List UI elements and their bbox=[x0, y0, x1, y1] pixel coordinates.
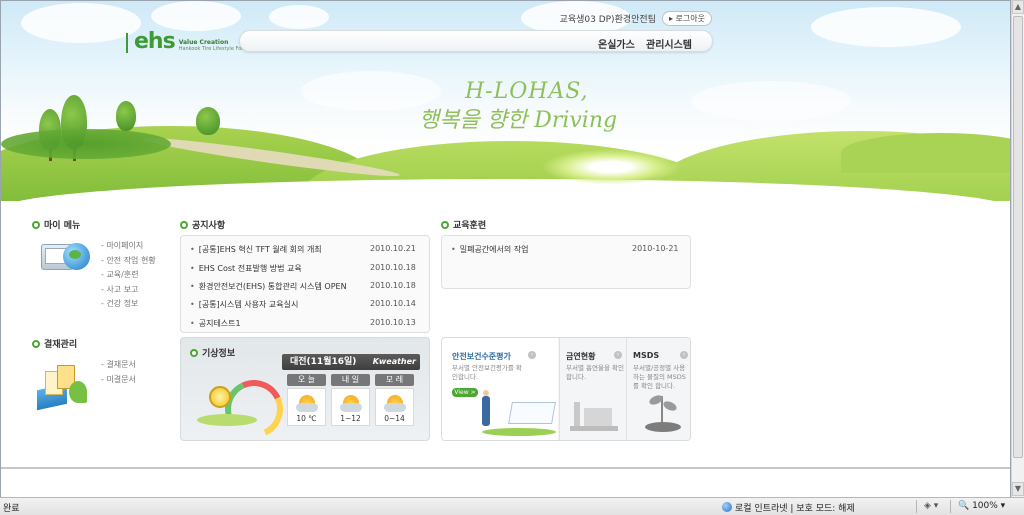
menu-item-health-info[interactable]: 건강 정보 bbox=[101, 297, 156, 312]
menu-item-accident-report[interactable]: 사고 보고 bbox=[101, 283, 156, 298]
rainbow-magnifier-icon bbox=[195, 371, 292, 447]
menu-item-pending-docs[interactable]: 미결문서 bbox=[101, 373, 135, 388]
kweather-logo: Kweather bbox=[372, 357, 416, 366]
banner-slogan: H-LOHAS, 행복을 향한 Driving bbox=[419, 79, 618, 133]
weather-day-after-tomorrow: 모 레 0~14 bbox=[375, 374, 414, 426]
logout-button[interactable]: ▸ 로그아웃 bbox=[661, 11, 712, 26]
arrow-right-icon[interactable]: › bbox=[680, 351, 688, 359]
computer-globe-icon bbox=[41, 241, 93, 275]
business-people-icon bbox=[482, 390, 556, 438]
bullet-icon bbox=[441, 220, 449, 229]
my-menu-list: 마이페이지 안전 작업 현황 교육/훈련 사고 보고 건강 정보 bbox=[101, 239, 156, 312]
factory-icon bbox=[570, 392, 618, 432]
browser-status-bar: 완료 로컬 인트라넷 | 보호 모드: 해제 ◈ ▾ 🔍 100% ▾ bbox=[0, 497, 1024, 515]
top-navigation-bar: 온실가스 관리시스템 bbox=[239, 30, 713, 52]
notices-title: 공지사항 bbox=[180, 218, 225, 231]
nav-greenhouse-gas[interactable]: 온실가스 bbox=[598, 36, 635, 51]
security-zone[interactable]: 로컬 인트라넷 | 보호 모드: 해제 bbox=[722, 501, 855, 514]
weather-day-tomorrow: 내 일 1~12 bbox=[331, 374, 370, 426]
menu-item-education[interactable]: 교육/훈련 bbox=[101, 268, 156, 283]
user-info-area: 교육생03 DP)환경안전팀 ▸ 로그아웃 bbox=[560, 11, 712, 26]
notice-date: 2010.10.21 bbox=[370, 244, 416, 253]
notice-date: 2010.10.18 bbox=[370, 263, 416, 272]
zoom-control[interactable]: 🔍 100% ▾ bbox=[958, 501, 1005, 511]
promo-msds[interactable]: MSDS › 부서별/공정별 사용하는 물질의 MSDS를 확인 합니다. bbox=[626, 338, 690, 440]
bullet-icon bbox=[180, 220, 188, 229]
vertical-scrollbar[interactable]: ▲ ▼ bbox=[1011, 0, 1024, 497]
bullet-icon bbox=[32, 220, 40, 229]
training-date: 2010-10-21 bbox=[632, 244, 679, 253]
browser-viewport: ehs Value Creation Hankook Tire Lifestyle… bbox=[0, 0, 1011, 497]
nav-management-system[interactable]: 관리시스템 bbox=[646, 36, 692, 51]
my-menu-title: 마이 메뉴 bbox=[32, 218, 80, 231]
bullet-icon bbox=[32, 339, 40, 348]
status-text: 완료 bbox=[3, 504, 20, 514]
menu-item-approval-docs[interactable]: 결재문서 bbox=[101, 358, 135, 373]
training-title: 교육훈련 bbox=[441, 218, 486, 231]
weather-day-today: 오 늘 10 ℃ bbox=[287, 374, 326, 426]
view-button[interactable]: View > bbox=[452, 388, 478, 397]
bullet-icon bbox=[190, 348, 198, 357]
notice-date: 2010.10.13 bbox=[370, 318, 416, 327]
training-board: • 밀폐공간에서의 작업 2010-10-21 bbox=[441, 235, 691, 289]
weather-panel: 기상정보 대전(11월16일) Kweather 오 늘 10 ℃ 내 일 1~… bbox=[180, 337, 430, 447]
footer-divider bbox=[1, 467, 1010, 469]
notice-date: 2010.10.18 bbox=[370, 281, 416, 290]
scroll-thumb[interactable] bbox=[1013, 16, 1023, 458]
promo-panel: 안전보건수준평가 › 부서별 안전보건평가를 확인합니다. View > 금연현… bbox=[441, 337, 691, 441]
weather-title: 기상정보 bbox=[190, 346, 235, 359]
menu-item-mypage[interactable]: 마이페이지 bbox=[101, 239, 156, 254]
arrow-right-icon[interactable]: › bbox=[528, 351, 536, 359]
documents-icon bbox=[35, 361, 89, 413]
hero-banner: ehs Value Creation Hankook Tire Lifestyle… bbox=[1, 1, 1010, 201]
promo-safety-eval[interactable]: 안전보건수준평가 › 부서별 안전보건평가를 확인합니다. View > bbox=[442, 338, 558, 440]
notices-board: • [공통]EHS 혁신 TFT 월례 회의 개최 2010.10.21 • EHS… bbox=[180, 235, 430, 333]
user-info-text: 교육생03 DP)환경안전팀 bbox=[559, 15, 656, 25]
weather-location-header: 대전(11월16일) Kweather bbox=[282, 354, 420, 370]
notice-date: 2010.10.14 bbox=[370, 299, 416, 308]
promo-smoking-status[interactable]: 금연현황 › 부서별 흡연율을 확인 합니다. bbox=[559, 338, 625, 440]
scroll-up-icon[interactable]: ▲ bbox=[1012, 0, 1024, 14]
sprout-icon bbox=[641, 390, 685, 434]
arrow-right-icon[interactable]: › bbox=[614, 351, 622, 359]
globe-icon bbox=[722, 502, 732, 512]
menu-item-safety-work[interactable]: 안전 작업 현황 bbox=[101, 254, 155, 269]
approval-list: 결재문서 미결문서 bbox=[101, 358, 135, 388]
approval-title: 결재관리 bbox=[32, 337, 77, 350]
protected-mode-icon[interactable]: ◈ ▾ bbox=[924, 501, 938, 511]
scroll-down-icon[interactable]: ▼ bbox=[1012, 482, 1024, 496]
